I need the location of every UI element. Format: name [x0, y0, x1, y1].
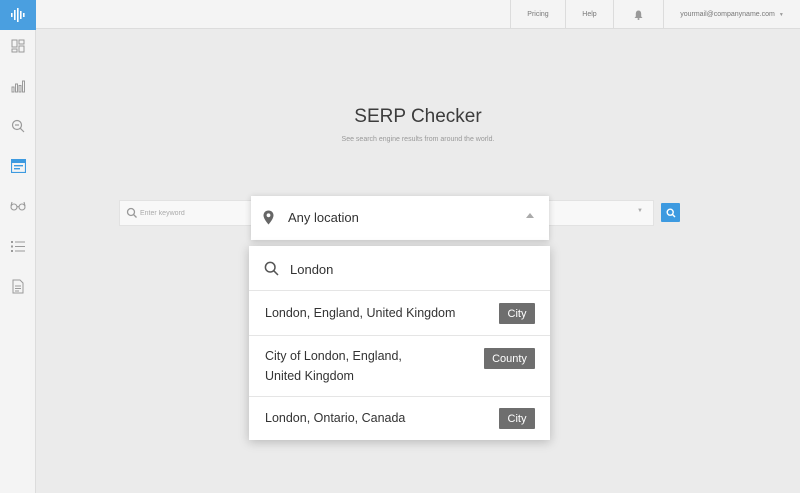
- chevron-up-icon: [526, 213, 534, 218]
- location-type-badge: County: [484, 348, 535, 369]
- sidebar-item-lists[interactable]: [0, 233, 36, 259]
- bar-chart-icon: [11, 80, 25, 93]
- keyword-search-icon: [126, 207, 137, 218]
- sidebar-item-site-profiler[interactable]: [0, 193, 36, 219]
- location-search-input[interactable]: [290, 259, 530, 279]
- page-title: SERP Checker: [354, 106, 482, 127]
- dashboard-icon: [11, 39, 25, 53]
- location-option[interactable]: City of London, England, United Kingdom …: [249, 336, 550, 397]
- app-logo[interactable]: [0, 0, 36, 30]
- sidebar: [0, 0, 36, 493]
- sidebar-item-dashboard[interactable]: [0, 33, 36, 59]
- location-value: Any location: [288, 210, 359, 225]
- page-subtitle: See search engine results from around th…: [341, 136, 495, 143]
- chevron-down-icon: ▼: [778, 11, 784, 18]
- sidebar-item-reports[interactable]: [0, 273, 36, 299]
- location-select[interactable]: Any location: [251, 196, 549, 240]
- location-dropdown: London, England, United Kingdom City Cit…: [249, 246, 550, 440]
- location-option-label: London, Ontario, Canada: [265, 411, 406, 425]
- glasses-icon: [10, 201, 26, 211]
- list-icon: [11, 240, 25, 252]
- help-link-label: Help: [582, 11, 597, 18]
- sidebar-item-serp-checker[interactable]: [0, 153, 36, 179]
- location-option[interactable]: London, Ontario, Canada City: [249, 397, 550, 440]
- search-icon: [264, 261, 279, 276]
- location-pin-icon: [263, 210, 274, 225]
- pricing-link[interactable]: Pricing: [510, 0, 565, 29]
- location-option-label: London, England, United Kingdom: [265, 306, 456, 320]
- serp-checker-icon: [10, 159, 26, 173]
- bell-icon: [634, 10, 643, 20]
- location-search-box: [249, 246, 550, 291]
- account-email: yourmail@companyname.com: [680, 11, 775, 18]
- location-option-label: City of London, England,: [265, 349, 402, 363]
- location-type-badge: City: [499, 303, 535, 324]
- location-option-label-line2: United Kingdom: [265, 369, 354, 383]
- location-type-badge: City: [499, 408, 535, 429]
- search-icon: [665, 207, 675, 217]
- sound-wave-logo-icon: [11, 8, 25, 22]
- chevron-down-icon[interactable]: ▼: [637, 208, 643, 214]
- notifications-button[interactable]: [613, 0, 663, 29]
- location-option[interactable]: London, England, United Kingdom City: [249, 291, 550, 336]
- search-magnifier-icon: [11, 119, 25, 133]
- document-icon: [12, 279, 24, 293]
- keyword-input[interactable]: [140, 205, 240, 221]
- sidebar-item-keyword-research[interactable]: [0, 113, 36, 139]
- pricing-link-label: Pricing: [527, 11, 549, 18]
- account-menu[interactable]: yourmail@companyname.com ▼: [663, 0, 800, 29]
- search-button[interactable]: [661, 203, 680, 222]
- top-bar: Pricing Help yourmail@companyname.com ▼: [36, 0, 800, 29]
- help-link[interactable]: Help: [565, 0, 613, 29]
- sidebar-item-rank-tracker[interactable]: [0, 73, 36, 99]
